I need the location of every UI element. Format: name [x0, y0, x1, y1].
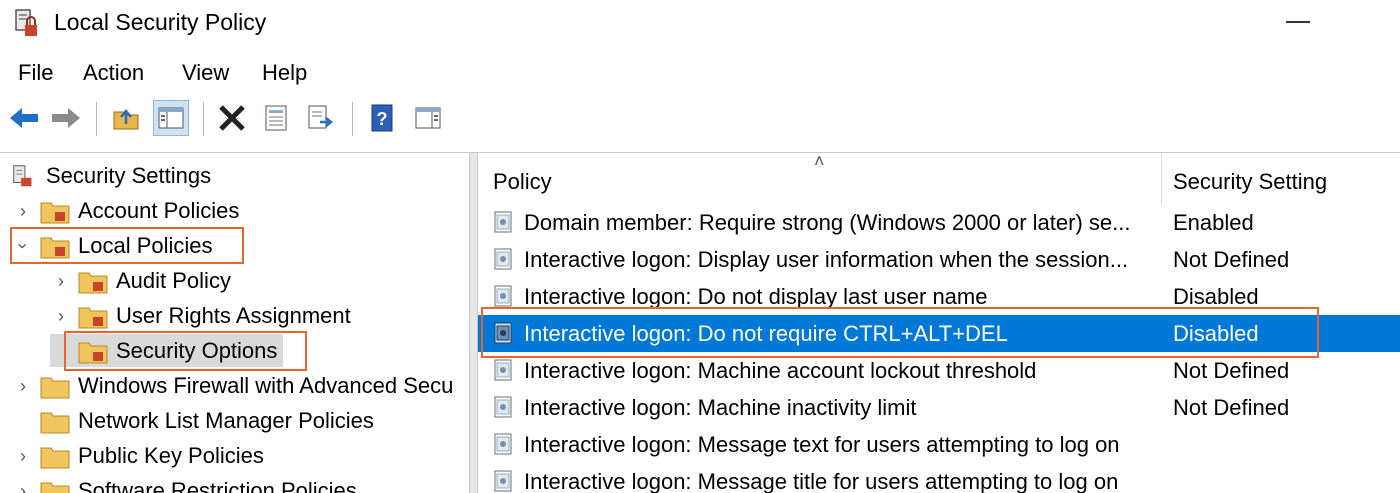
minimize-button[interactable] — [1286, 21, 1310, 23]
policy-item-icon — [494, 211, 512, 233]
tree-item-network-list-manager[interactable]: Network List Manager Policies — [12, 404, 374, 437]
chevron-right-icon[interactable]: › — [12, 445, 34, 467]
policy-name: Interactive logon: Message title for use… — [524, 469, 1119, 493]
folder-icon — [40, 482, 70, 493]
policy-list-pane: ˄ Policy Security Setting Domain member:… — [478, 153, 1400, 493]
security-policy-app-icon — [15, 9, 37, 36]
folder-icon — [40, 447, 70, 468]
delete-icon[interactable] — [214, 100, 250, 136]
policy-item-icon — [494, 285, 512, 307]
policy-name: Domain member: Require strong (Windows 2… — [524, 210, 1131, 235]
title-bar: Local Security Policy — [0, 0, 1400, 50]
chevron-right-icon[interactable]: › — [12, 200, 34, 222]
security-settings-icon — [13, 164, 32, 186]
chevron-right-icon[interactable]: › — [12, 375, 34, 397]
tree-item-software-restriction[interactable]: › Software Restriction Policies — [12, 474, 357, 493]
chevron-right-icon[interactable]: › — [50, 270, 72, 292]
toolbar: ? — [0, 96, 1400, 146]
tree-label: Public Key Policies — [78, 442, 264, 468]
policy-name: Interactive logon: Message text for user… — [524, 432, 1120, 457]
policy-item-icon — [494, 248, 512, 270]
policy-name: Interactive logon: Machine account locko… — [524, 358, 1037, 383]
policy-item-icon — [494, 359, 512, 381]
menu-action[interactable]: Action — [83, 60, 144, 86]
pane-splitter[interactable] — [469, 153, 478, 493]
policy-item-icon — [494, 470, 512, 492]
folder-icon — [40, 377, 70, 398]
policy-item-icon — [494, 433, 512, 455]
help-icon[interactable]: ? — [364, 100, 400, 136]
tree-item-user-rights-assignment[interactable]: › User Rights Assignment — [50, 299, 351, 332]
policy-setting: Enabled — [1173, 210, 1254, 235]
list-item[interactable]: Interactive logon: Machine inactivity li… — [478, 389, 1400, 426]
highlight-outline-local-policies — [10, 227, 244, 264]
tree-root-security-settings[interactable]: Security Settings — [10, 159, 211, 192]
column-header-policy[interactable]: Policy — [493, 169, 552, 195]
tree-item-public-key-policies[interactable]: › Public Key Policies — [12, 439, 264, 472]
window-title: Local Security Policy — [54, 9, 267, 35]
forward-arrow-icon[interactable] — [48, 100, 84, 136]
policy-setting: Not Defined — [1173, 247, 1290, 272]
tree-item-audit-policy[interactable]: › Audit Policy — [50, 264, 231, 297]
policy-folder-icon — [40, 202, 70, 223]
list-item[interactable]: Interactive logon: Message title for use… — [478, 463, 1400, 493]
menu-file[interactable]: File — [18, 60, 53, 86]
action-pane-icon[interactable] — [410, 100, 446, 136]
menu-help[interactable]: Help — [262, 60, 307, 86]
policy-item-icon — [494, 396, 512, 418]
menu-bar: File Action View Help — [0, 58, 1400, 90]
highlight-outline-security-options — [64, 331, 307, 371]
policy-folder-icon — [78, 307, 108, 328]
policy-setting: Not Defined — [1173, 358, 1290, 383]
show-hide-tree-icon[interactable] — [153, 100, 189, 136]
tree-label: Account Policies — [78, 197, 240, 223]
svg-text:?: ? — [377, 109, 388, 129]
export-list-icon[interactable] — [302, 100, 338, 136]
tree-label: Windows Firewall with Advanced Secu — [78, 372, 454, 398]
tree-label: Security Settings — [46, 162, 212, 188]
tree-label: Network List Manager Policies — [78, 407, 374, 433]
column-header-security-setting[interactable]: Security Setting — [1173, 169, 1327, 195]
highlight-outline-selected-policy — [481, 307, 1319, 358]
tree-item-windows-firewall[interactable]: › Windows Firewall with Advanced Secu — [12, 369, 453, 402]
back-arrow-icon[interactable] — [6, 100, 42, 136]
chevron-right-icon[interactable]: › — [50, 305, 72, 327]
tree-label: Audit Policy — [116, 267, 231, 293]
tree-label: Software Restriction Policies — [78, 477, 357, 493]
tree-item-account-policies[interactable]: › Account Policies — [12, 194, 239, 227]
properties-icon[interactable] — [258, 100, 294, 136]
policy-name: Interactive logon: Display user informat… — [524, 247, 1129, 272]
up-folder-icon[interactable] — [108, 100, 144, 136]
folder-icon — [40, 412, 70, 433]
list-item[interactable]: Domain member: Require strong (Windows 2… — [478, 204, 1400, 241]
tree-pane: Security Settings › Account Policies › L… — [0, 153, 469, 493]
chevron-right-icon[interactable]: › — [12, 480, 34, 493]
list-item[interactable]: Interactive logon: Display user informat… — [478, 241, 1400, 278]
policy-name: Interactive logon: Machine inactivity li… — [524, 395, 917, 420]
policy-folder-icon — [78, 272, 108, 293]
list-item[interactable]: Interactive logon: Message text for user… — [478, 426, 1400, 463]
menu-view[interactable]: View — [182, 60, 229, 86]
list-header: ˄ Policy Security Setting — [478, 153, 1400, 205]
sort-ascending-icon: ˄ — [814, 153, 825, 171]
policy-setting: Not Defined — [1173, 395, 1290, 420]
tree-label: User Rights Assignment — [116, 302, 351, 328]
